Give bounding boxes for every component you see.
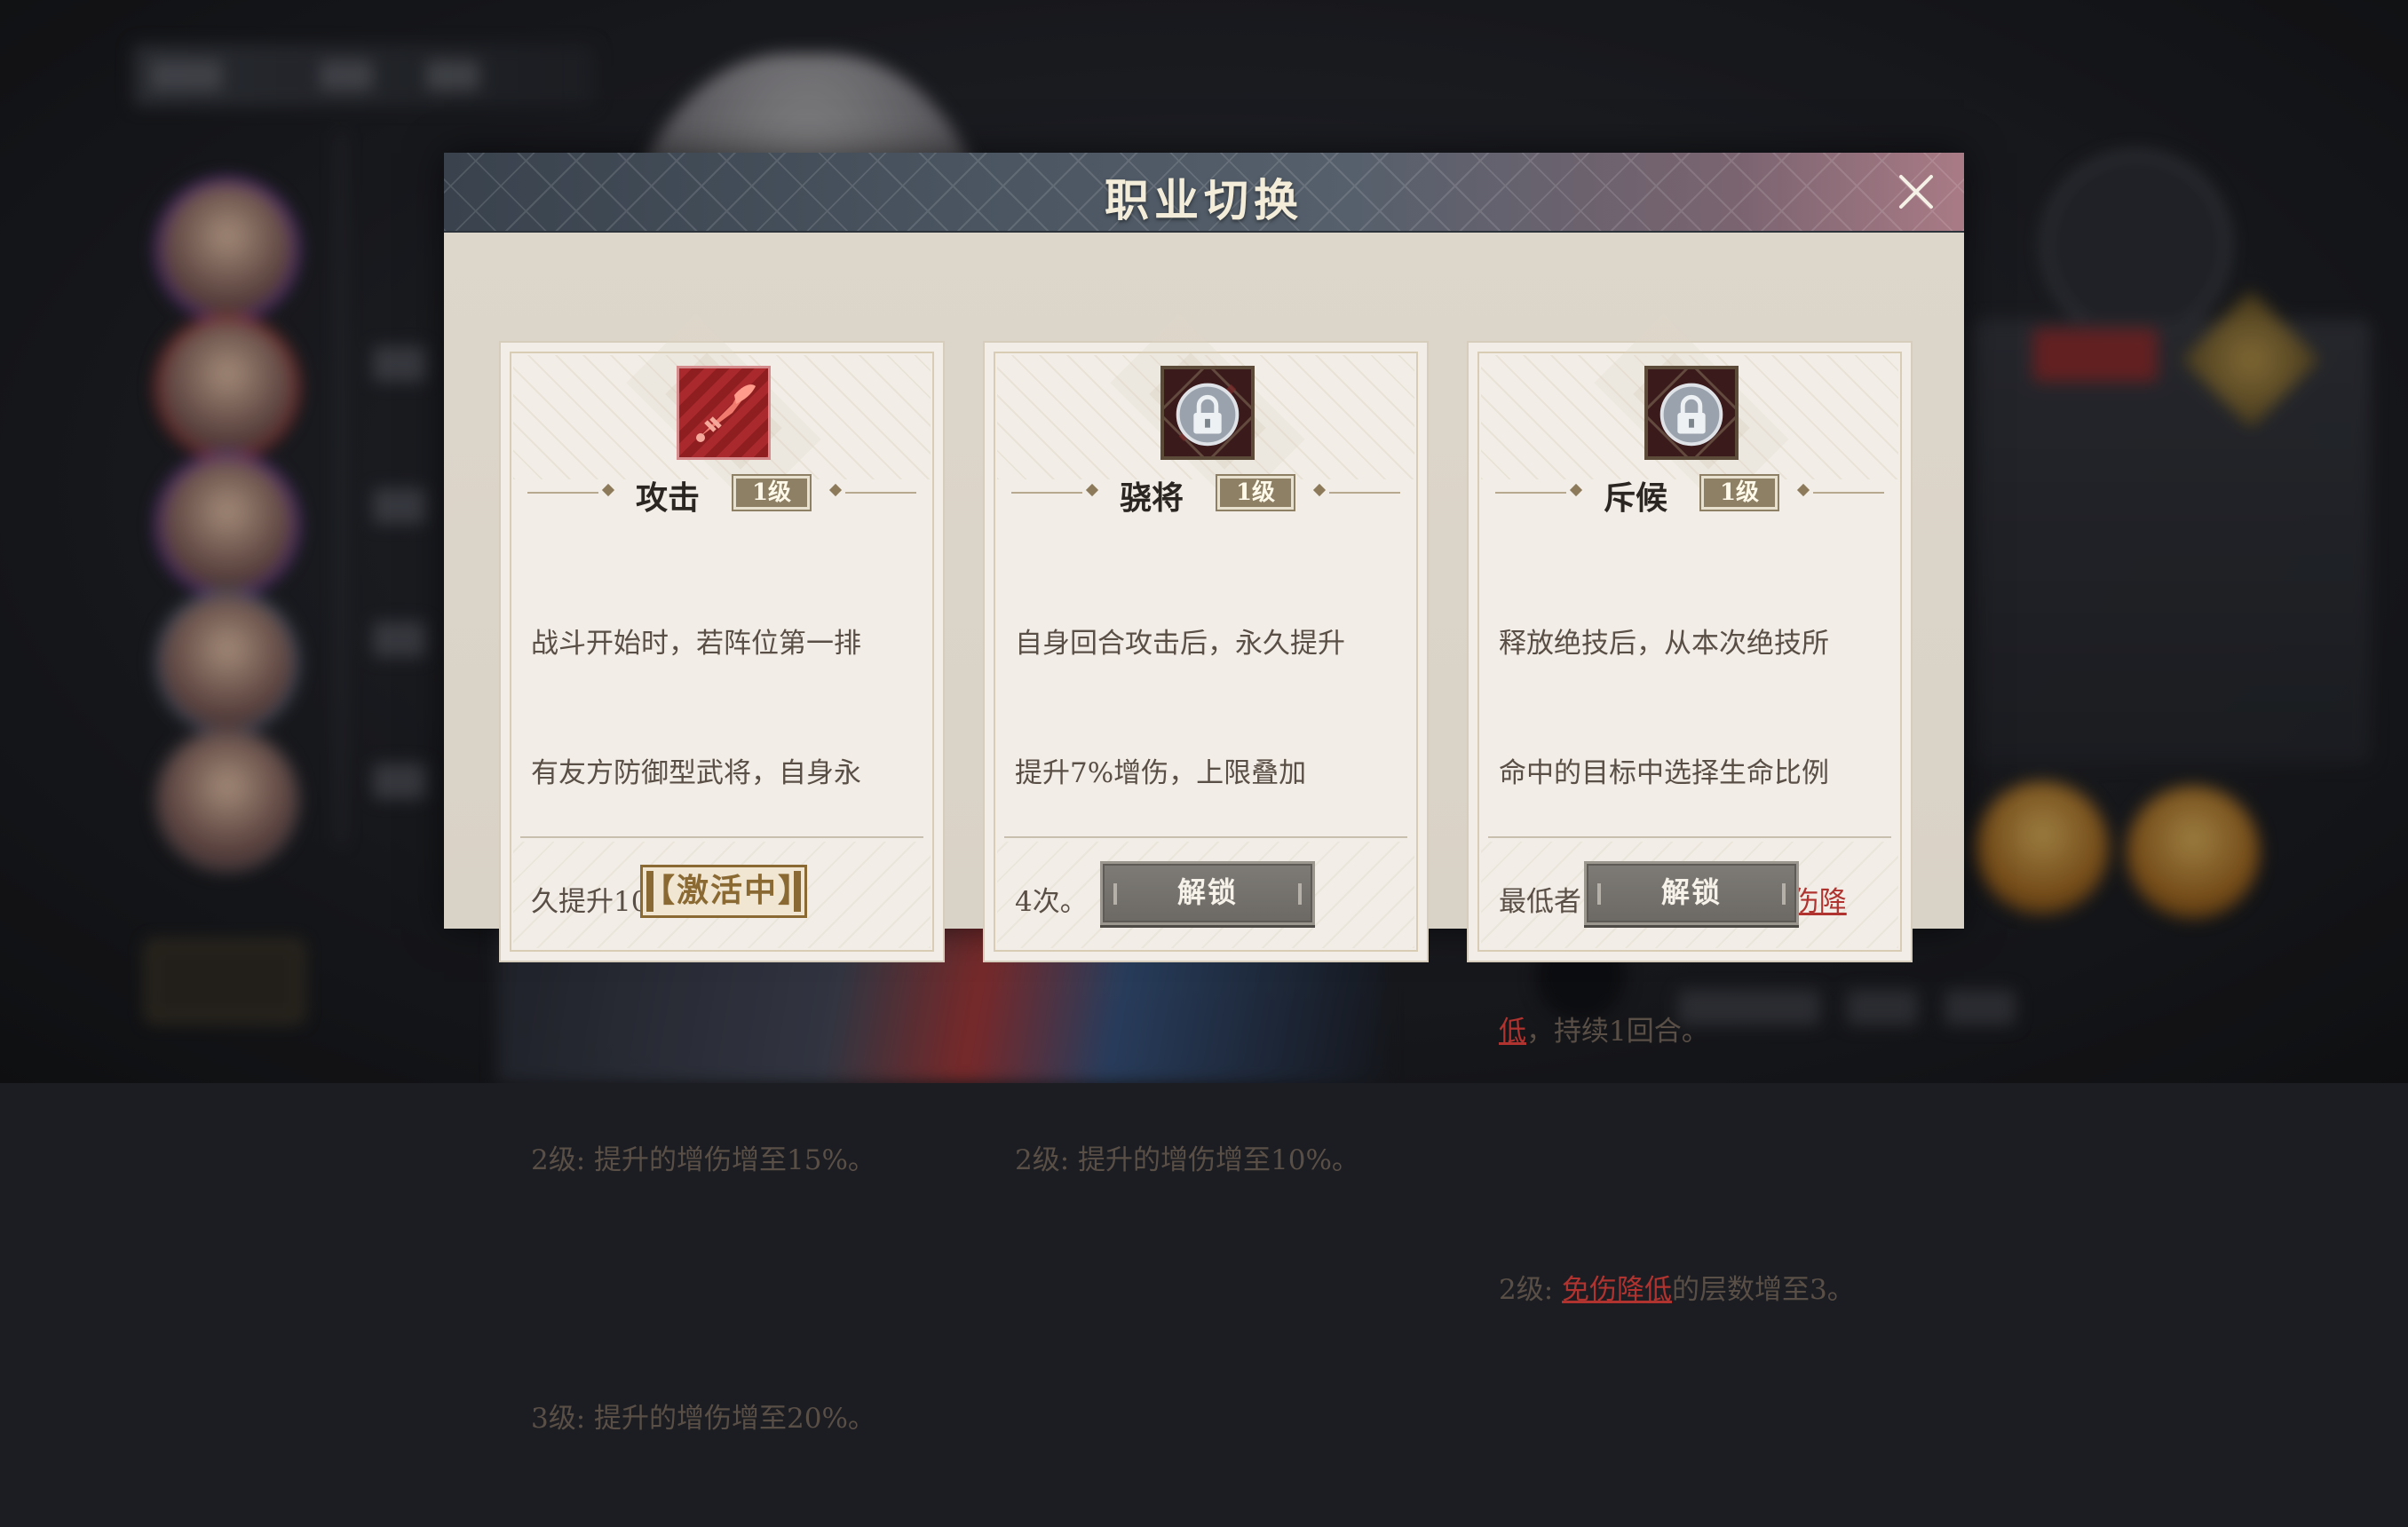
level-badge: 1级 [1699, 474, 1779, 511]
level2-text: 2级: 免伤降低的层数增至3。 [1499, 1269, 1886, 1312]
class-card-scout[interactable]: 斥候 1级 释放绝技后，从本次绝技所 命中的目标中选择生命比例 最低者，对其附加… [1467, 341, 1913, 1306]
desc-line: 命中的目标中选择生命比例 [1499, 756, 1829, 789]
sword-icon [677, 366, 771, 460]
desc-line: 提升7%增伤，上限叠加 [1015, 756, 1307, 789]
desc-line: 战斗开始时，若阵位第一排 [531, 628, 861, 660]
desc-text: 的层数增至3。 [1672, 1273, 1855, 1306]
decor-line [1495, 492, 1566, 494]
class-name: 骁将 [1120, 479, 1184, 517]
dialog-header: 职业切换 [444, 153, 1964, 233]
desc-line: 自身回合攻击后，永久提升 [1015, 628, 1345, 660]
keyword-link[interactable]: 免伤降低 [1562, 1274, 1672, 1306]
card-title-row: 攻击 1级 [501, 472, 943, 517]
decor-line [845, 492, 916, 494]
level2-text: 2级: 提升的增伤增至10%。 [1015, 1144, 1359, 1176]
close-icon [1899, 175, 1933, 209]
class-name: 斥候 [1604, 479, 1668, 517]
desc-line: 低，持续1回合。 [1499, 1010, 1886, 1054]
dialog-title: 职业切换 [1105, 174, 1303, 226]
decor-line [1011, 492, 1082, 494]
decor-diamond [828, 483, 843, 497]
decor-diamond [1569, 483, 1583, 497]
class-switch-dialog: 职业切换 攻击 1级 战斗开始时，若阵位第一排 有友方防御型武将，自身永 2级:… [444, 153, 1964, 1435]
level-badge: 1级 [732, 474, 812, 511]
decor-diamond [601, 483, 615, 497]
decor-diamond [1796, 483, 1810, 497]
lock-icon [1160, 366, 1255, 460]
class-name: 攻击 [636, 479, 701, 517]
card-title-row: 斥候 1级 [1469, 472, 1911, 517]
class-description: 战斗开始时，若阵位第一排 有友方防御型武将，自身永 久提升10%增伤。 2级: … [531, 536, 918, 1527]
decor-diamond [1312, 483, 1327, 497]
unlock-button[interactable]: 解锁 [1584, 861, 1799, 925]
divider [1488, 836, 1891, 838]
desc-text: ，持续1回合。 [1526, 1015, 1709, 1048]
class-card-attack[interactable]: 攻击 1级 战斗开始时，若阵位第一排 有友方防御型武将，自身永 久提升10%增伤… [499, 341, 945, 1435]
desc-line: 有友方防御型武将，自身永 [531, 756, 861, 789]
decor-line [1329, 492, 1400, 494]
level-badge: 1级 [1216, 474, 1295, 511]
lock-icon [1644, 366, 1739, 460]
desc-text: 2级: [1499, 1273, 1563, 1306]
decor-line [527, 492, 598, 494]
level3-text: 3级: 提升的增伤增至20%。 [531, 1403, 875, 1435]
level2-text: 2级: 提升的增伤增至15%。 [531, 1144, 875, 1176]
class-card-vanguard[interactable]: 骁将 1级 自身回合攻击后，永久提升 提升7%增伤，上限叠加 4次。 2级: 提… [983, 341, 1429, 1176]
dialog-body: 攻击 1级 战斗开始时，若阵位第一排 有友方防御型武将，自身永 久提升10%增伤… [444, 233, 1964, 1435]
decor-line [1813, 492, 1884, 494]
divider [1004, 836, 1407, 838]
decor-diamond [1085, 483, 1099, 497]
divider [520, 836, 923, 838]
card-title-row: 骁将 1级 [985, 472, 1427, 517]
desc-line: 释放绝技后，从本次绝技所 [1499, 628, 1829, 660]
keyword-link[interactable]: 低 [1499, 1016, 1526, 1048]
unlock-button[interactable]: 解锁 [1100, 861, 1315, 925]
class-description: 释放绝技后，从本次绝技所 命中的目标中选择生命比例 最低者，对其附加2层免伤降 … [1499, 536, 1886, 1397]
active-status-badge: 【激活中】 [640, 865, 810, 918]
close-button[interactable] [1893, 169, 1939, 215]
